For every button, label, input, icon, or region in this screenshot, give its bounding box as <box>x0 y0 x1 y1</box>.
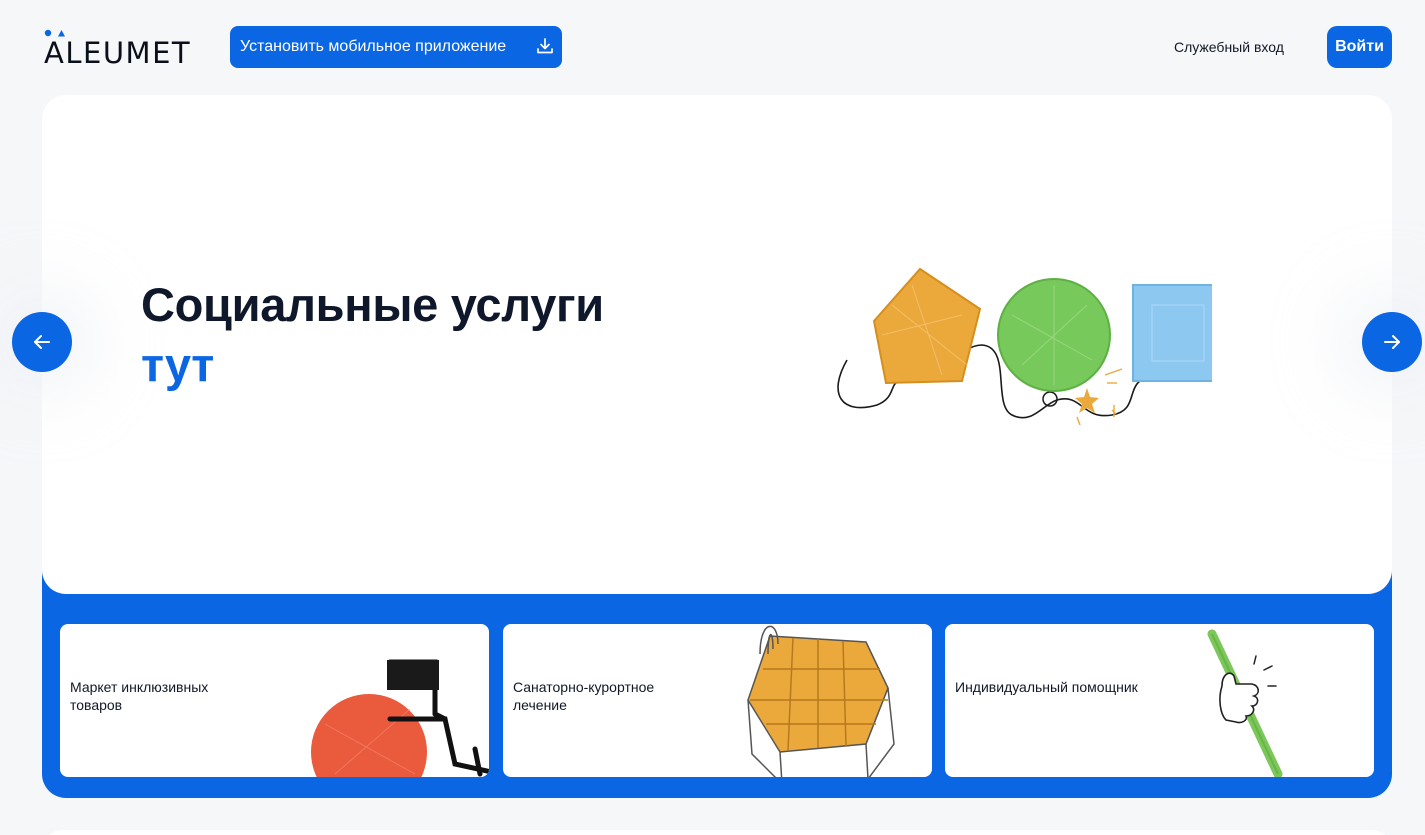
pool-illustration-icon <box>747 625 895 777</box>
install-app-button[interactable]: Установить мобильное приложение <box>230 26 562 68</box>
next-section-edge <box>42 830 1392 835</box>
install-app-label: Установить мобильное приложение <box>240 38 507 55</box>
arrow-left-icon <box>34 335 50 349</box>
header: ALEUMET Установить мобильное приложение … <box>0 0 1425 95</box>
hero-banner: Социальные услуги тут <box>42 95 1392 594</box>
carousel-prev-button[interactable] <box>12 312 72 372</box>
hero-title: Социальные услуги тут <box>141 275 604 395</box>
thumbs-up-cane-illustration-icon <box>1207 629 1283 777</box>
aleumet-logo[interactable]: ALEUMET <box>44 28 206 70</box>
logo-text: ALEUMET <box>44 36 192 70</box>
download-icon <box>537 38 553 54</box>
shapes-illustration <box>837 267 1212 426</box>
hero-title-accent: тут <box>141 338 215 391</box>
service-card-sanatorium[interactable]: Санаторно-курортное лечение <box>503 624 932 777</box>
hero-title-main: Социальные услуги <box>141 278 604 331</box>
service-card-label: Санаторно-курортное лечение <box>513 679 655 713</box>
carousel-next-button[interactable] <box>1362 312 1422 372</box>
service-card-label: Индивидуальный помощник <box>955 679 1138 695</box>
service-card-market[interactable]: Маркет инклюзивных товаров <box>60 624 489 777</box>
service-card-label: Маркет инклюзивных товаров <box>70 679 209 713</box>
arrow-right-icon <box>1384 335 1400 349</box>
wheelchair-illustration-icon <box>311 659 489 777</box>
service-card-assistant[interactable]: Индивидуальный помощник <box>945 624 1374 777</box>
login-button[interactable]: Войти <box>1327 26 1392 68</box>
service-login-link[interactable]: Служебный вход <box>1174 39 1284 55</box>
